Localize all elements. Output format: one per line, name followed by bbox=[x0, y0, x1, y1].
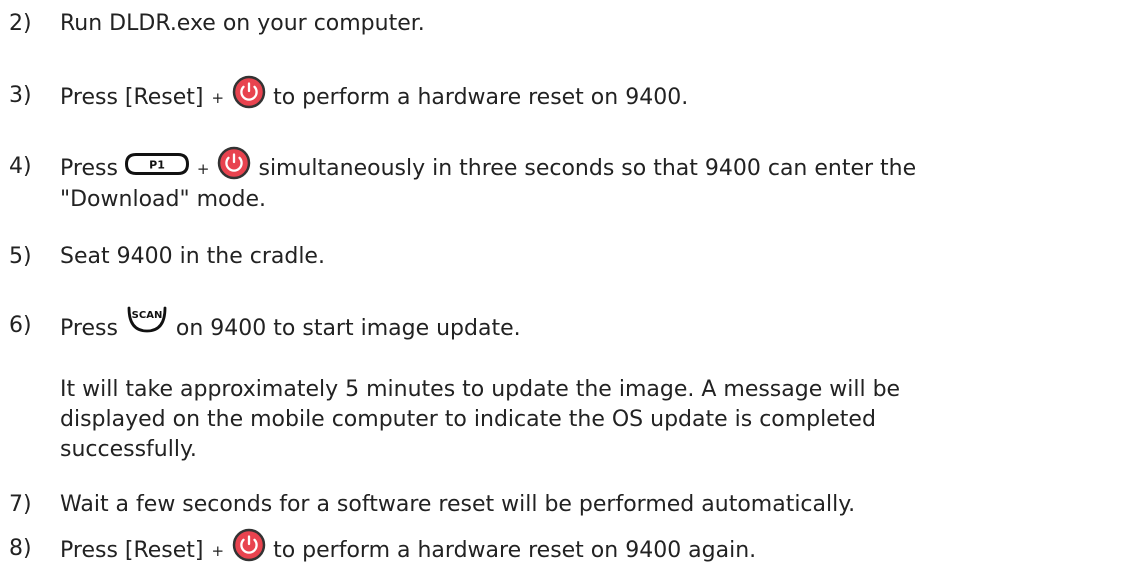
step-text: Seat 9400 in the cradle. bbox=[60, 244, 325, 269]
step-text-part: to perform a hardware reset on 9400 agai… bbox=[273, 538, 757, 563]
note-line-2: displayed on the mobile computer to indi… bbox=[60, 407, 876, 432]
step-text-part: Press [Reset] bbox=[60, 538, 204, 563]
step-text: Press [Reset] + to perform a hardware res… bbox=[60, 528, 757, 568]
scan-key-label: SCAN bbox=[132, 310, 163, 321]
step-text-part: simultaneously in three seconds so that … bbox=[258, 156, 917, 181]
step-text: Press [Reset] + to perform a hardware res… bbox=[60, 75, 689, 115]
step-text-part: Press bbox=[60, 156, 118, 181]
note-line-1: It will take approximately 5 minutes to … bbox=[60, 377, 901, 402]
step-number: 6) bbox=[9, 313, 32, 338]
step-4-continuation: "Download" mode. bbox=[60, 187, 266, 212]
scan-key-icon: SCAN bbox=[127, 306, 167, 333]
p1-key-icon: P1 bbox=[124, 153, 189, 175]
step-number: 2) bbox=[9, 11, 32, 36]
step-text-part: on 9400 to start image update. bbox=[175, 316, 521, 341]
step-number: 3) bbox=[9, 83, 32, 108]
plus-sign: + bbox=[211, 89, 225, 107]
power-button-icon bbox=[232, 75, 266, 109]
step-text-part: Press bbox=[60, 316, 118, 341]
step-number: 7) bbox=[9, 492, 32, 517]
power-button-icon bbox=[218, 146, 251, 180]
step-text: Run DLDR.exe on your computer. bbox=[60, 11, 425, 36]
step-text: Wait a few seconds for a software reset … bbox=[60, 492, 856, 517]
plus-sign: + bbox=[196, 160, 210, 178]
step-number: 4) bbox=[9, 154, 32, 179]
plus-sign: + bbox=[211, 542, 225, 560]
note-line-3: successfully. bbox=[60, 437, 197, 462]
power-button-icon bbox=[232, 528, 266, 562]
step-text-part: to perform a hardware reset on 9400. bbox=[273, 85, 689, 110]
step-text: Press SCAN on 9400 to start image update… bbox=[60, 306, 521, 347]
step-number: 8) bbox=[9, 536, 32, 561]
step-text-part: Press [Reset] bbox=[60, 85, 204, 110]
step-text: Press P1 + simultaneously in three secon… bbox=[60, 146, 917, 186]
p1-key-label: P1 bbox=[149, 159, 165, 172]
step-number: 5) bbox=[9, 244, 32, 269]
